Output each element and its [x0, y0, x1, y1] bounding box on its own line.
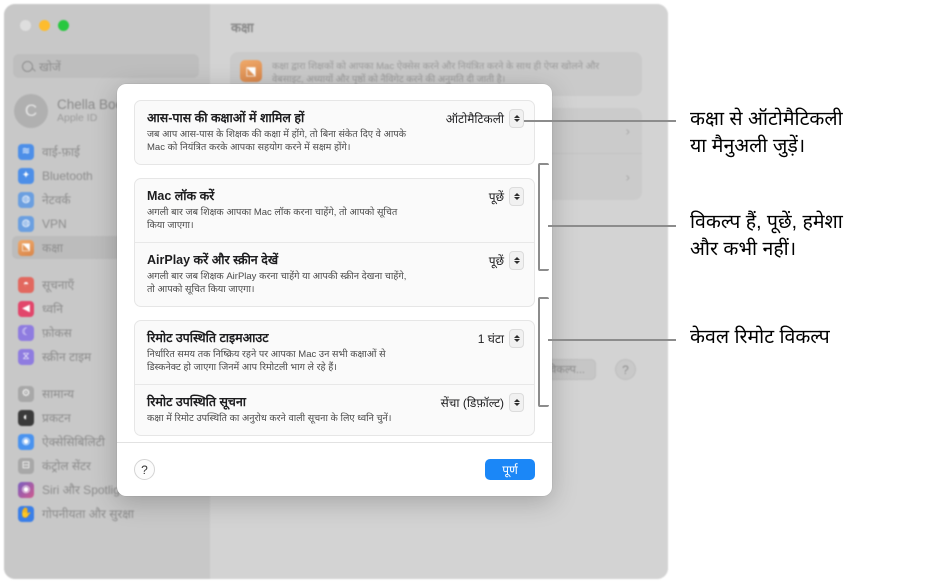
- siri-icon: ◉: [18, 481, 34, 498]
- option-row-remote-attendance-timeout[interactable]: रिमोट उपस्थिति टाइमआउट निर्धारित समय तक …: [135, 321, 534, 384]
- chevron-updown-icon[interactable]: [509, 251, 524, 270]
- sidebar-item-label: ऐक्सेसिबिलिटी: [42, 435, 105, 449]
- option-title: Mac लॉक करें: [147, 189, 215, 203]
- sheet-footer: ? पूर्ण: [117, 442, 552, 496]
- zoom-icon[interactable]: [58, 20, 69, 31]
- chevron-updown-icon[interactable]: [509, 187, 524, 206]
- search-placeholder: खोजें: [39, 59, 61, 74]
- callout-bracket-3: [538, 297, 549, 407]
- option-row-remote-attendance-notification[interactable]: रिमोट उपस्थिति सूचना कक्षा में रिमोट उपस…: [135, 384, 534, 435]
- option-row-airplay-and-view-screen[interactable]: AirPlay करें और स्क्रीन देखें अगली बार ज…: [135, 242, 534, 306]
- callout-bracket-2: [538, 163, 549, 271]
- focus-icon: ☾: [18, 324, 34, 341]
- sidebar-item-label: कक्षा: [42, 241, 63, 255]
- sidebar-item-label: फ़ोकस: [42, 326, 72, 340]
- notifications-icon: ◓: [18, 276, 34, 293]
- privacy-icon: ✋: [18, 505, 34, 522]
- popup-value: 1 घंटा: [477, 332, 504, 346]
- popup-value: पूछें: [488, 254, 504, 268]
- sidebar-item-label: वाई-फ़ाई: [42, 145, 80, 159]
- sound-icon: ◀: [18, 300, 34, 317]
- minimize-icon[interactable]: [39, 20, 50, 31]
- option-subtitle: अगली बार जब शिक्षक AirPlay करना चाहेंगे …: [147, 271, 407, 295]
- screenshot-root: खोजें C Chella Boe Apple ID ≋ वाई-फ़ाई ✦…: [0, 0, 934, 583]
- help-button[interactable]: ?: [134, 459, 155, 480]
- sidebar-item-label: नेटवर्क: [42, 193, 71, 207]
- close-icon[interactable]: [20, 20, 31, 31]
- popup-value: ऑटोमैटिकली: [445, 112, 504, 126]
- popup-button-join-nearby-classes[interactable]: ऑटोमैटिकली: [446, 109, 524, 128]
- option-title: AirPlay करें और स्क्रीन देखें: [147, 253, 279, 267]
- sidebar-item-label: सामान्य: [42, 387, 75, 401]
- option-group-remote: रिमोट उपस्थिति टाइमआउट निर्धारित समय तक …: [134, 320, 535, 436]
- screen-time-icon: ⧖: [18, 348, 34, 365]
- callout-text-1: कक्षा से ऑटोमैटिकली या मैनुअली जुड़ें।: [690, 108, 843, 157]
- bluetooth-icon: ✦: [18, 167, 34, 184]
- wifi-icon: ≋: [18, 143, 34, 160]
- callout-leader-line-2: [548, 225, 676, 227]
- sidebar-item-label: प्रकटन: [42, 411, 71, 425]
- sidebar-item-label: कंट्रोल सेंटर: [42, 459, 91, 473]
- help-button[interactable]: ?: [615, 359, 636, 380]
- option-subtitle: कक्षा में रिमोट उपस्थिति का अनुरोध करने …: [147, 413, 392, 424]
- appearance-icon: ◐: [18, 409, 34, 426]
- callout-text-3: केवल रिमोट विकल्प: [690, 326, 830, 348]
- search-icon: [22, 60, 33, 72]
- option-title: रिमोट उपस्थिति टाइमआउट: [147, 331, 269, 345]
- sidebar-item-label: गोपनीयता और सुरक्षा: [42, 507, 134, 521]
- option-subtitle: अगली बार जब शिक्षक आपका Mac लॉक करना चाह…: [147, 207, 398, 231]
- chevron-updown-icon[interactable]: [509, 393, 524, 412]
- search-input[interactable]: खोजें: [13, 54, 199, 78]
- chevron-right-icon: ›: [625, 123, 630, 138]
- chevron-updown-icon[interactable]: [509, 109, 524, 128]
- classroom-icon: ⬔: [240, 60, 262, 82]
- callout-leader-line-3: [548, 339, 676, 341]
- sidebar-item-label: ध्वनि: [42, 302, 63, 316]
- account-name: Chella Boe: [57, 97, 124, 112]
- popup-button-lock-mac[interactable]: पूछें: [489, 187, 524, 206]
- sidebar-item-label: स्क्रीन टाइम: [42, 350, 92, 364]
- general-icon: ⚙: [18, 385, 34, 402]
- vpn-icon: ◍: [18, 215, 34, 232]
- accessibility-icon: ◉: [18, 433, 34, 450]
- chevron-right-icon: ›: [625, 169, 630, 185]
- option-subtitle: निर्धारित समय तक निष्क्रिय रहने पर आपका …: [147, 349, 386, 373]
- network-icon: ◍: [18, 191, 34, 208]
- sidebar-item-privacy-security[interactable]: ✋ गोपनीयता और सुरक्षा: [12, 502, 202, 525]
- done-button[interactable]: पूर्ण: [485, 459, 535, 480]
- page-title: कक्षा: [231, 20, 254, 35]
- option-subtitle: जब आप आस-पास के शिक्षक की कक्षा में होंग…: [147, 129, 406, 153]
- control-center-icon: ⊟: [18, 457, 34, 474]
- popup-button-airplay-and-view-screen[interactable]: पूछें: [489, 251, 524, 270]
- option-group-join: आस-पास की कक्षाओं में शामिल हों जब आप आस…: [134, 100, 535, 165]
- option-row-join-nearby-classes[interactable]: आस-पास की कक्षाओं में शामिल हों जब आप आस…: [135, 101, 534, 164]
- window-traffic-lights[interactable]: [20, 20, 69, 31]
- popup-value: सेंचा (डिफ़ॉल्ट): [440, 396, 504, 410]
- sheet-body: आस-पास की कक्षाओं में शामिल हों जब आप आस…: [117, 84, 552, 436]
- callout-text-2: विकल्प हैं, पूछें, हमेशा और कभी नहीं।: [690, 211, 843, 260]
- popup-button-remote-attendance-timeout[interactable]: 1 घंटा: [478, 329, 524, 348]
- sidebar-item-label: VPN: [42, 216, 67, 231]
- classroom-options-sheet: आस-पास की कक्षाओं में शामिल हों जब आप आस…: [117, 84, 552, 496]
- popup-value: पूछें: [488, 190, 504, 204]
- option-group-permissions: Mac लॉक करें अगली बार जब शिक्षक आपका Mac…: [134, 178, 535, 307]
- popup-button-remote-attendance-notification[interactable]: सेंचा (डिफ़ॉल्ट): [441, 393, 524, 412]
- avatar: C: [14, 94, 48, 128]
- callout-leader-line-1: [524, 120, 676, 122]
- option-row-lock-mac[interactable]: Mac लॉक करें अगली बार जब शिक्षक आपका Mac…: [135, 179, 534, 242]
- sidebar-item-label: सूचनाएँ: [42, 278, 75, 292]
- chevron-updown-icon[interactable]: [509, 329, 524, 348]
- account-subtitle: Apple ID: [57, 112, 98, 124]
- classroom-icon: ⬔: [18, 239, 34, 256]
- sidebar-item-label: Bluetooth: [42, 168, 93, 183]
